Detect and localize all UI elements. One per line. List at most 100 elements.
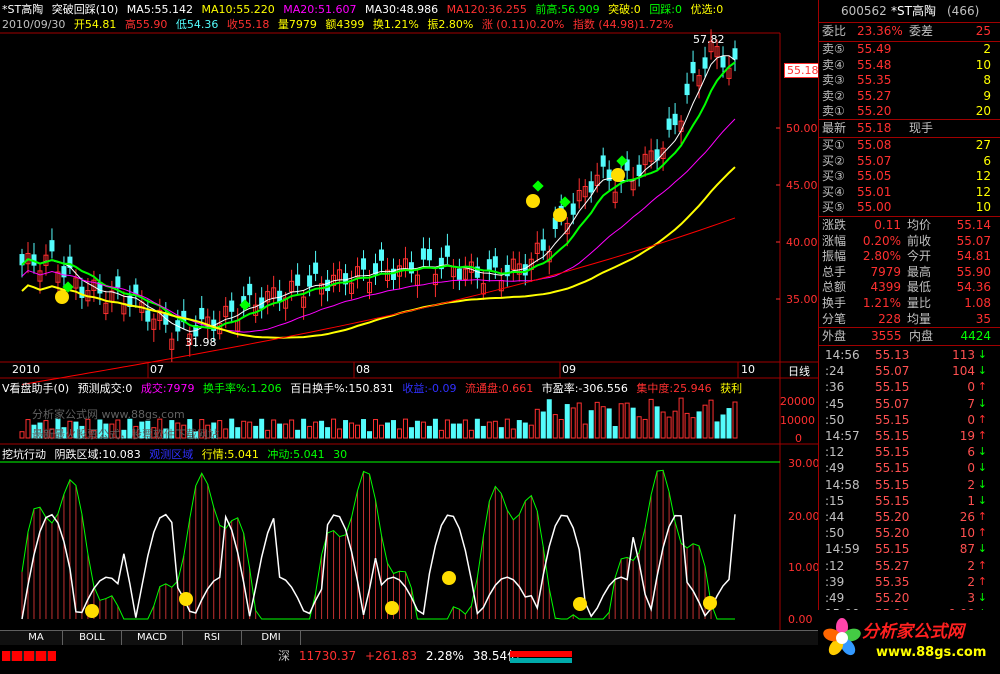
volume-bar	[223, 428, 229, 439]
tick-volume: 19	[959, 429, 975, 443]
tick-time: :39	[825, 574, 845, 589]
tick-time: :24	[825, 364, 845, 379]
tick-row: 14:56 55.13 113 ↓	[819, 347, 1000, 363]
indicator-tabs: MA BOLL MACD RSI DMI	[0, 630, 818, 645]
tab-boll[interactable]: BOLL	[63, 631, 122, 645]
volume-bar	[648, 398, 654, 439]
tick-time: 14:57	[825, 429, 860, 443]
sell-volume: 9	[983, 88, 991, 103]
stat-value-2: 1.08	[964, 296, 991, 310]
volume-bar	[570, 407, 576, 439]
ma5-value: MA5:55.142	[126, 3, 194, 16]
ind-axis-0: 0.00	[788, 613, 813, 626]
volume-bar	[702, 404, 708, 439]
volume-bar	[468, 429, 474, 439]
chart-area[interactable]: *ST高陶 突破回踩(10) MA5:55.142 MA10:55.220 MA…	[0, 0, 822, 630]
candle-body	[684, 83, 690, 96]
stat-row: 总额 4399 最低 54.36	[819, 280, 1000, 295]
status-index: 深 11730.37 +261.83 2.28% 38.54亿	[278, 650, 524, 663]
day-line-label[interactable]: 日线	[788, 365, 810, 378]
panel-divider	[819, 345, 1000, 346]
stat-row: 涨跌 0.11 均价 55.14	[819, 218, 1000, 233]
date-label-09: 09	[562, 363, 576, 376]
status-index-value: 11730.37	[298, 649, 357, 663]
stat-row: 总手 7979 最高 55.90	[819, 265, 1000, 280]
buy-volume: 6	[983, 153, 991, 168]
smiley-icon	[573, 597, 587, 611]
volume-bar	[229, 418, 235, 439]
candle-body	[702, 57, 708, 69]
panel-divider	[819, 327, 1000, 328]
indicator-white-line	[21, 513, 736, 620]
volume-bar	[402, 418, 408, 439]
candle-body	[378, 249, 384, 261]
volume-bar	[319, 420, 325, 439]
buy-row: 买④ 55.01 12	[819, 185, 1000, 200]
ind-watch: 观测区域	[149, 448, 194, 461]
tick-volume: 87	[959, 542, 975, 557]
volume-bar	[498, 427, 504, 439]
tick-time: 14:59	[825, 542, 860, 557]
tick-row: :12 55.15 6 ↓	[819, 444, 1000, 460]
logo-title: 分析家公式网	[862, 622, 964, 642]
main-chart-svg[interactable]	[0, 0, 818, 630]
tick-direction: ↓	[977, 542, 987, 556]
latest-value: 55.18	[857, 121, 892, 135]
candle-body	[444, 245, 450, 257]
peak-label: 57.82	[693, 33, 725, 46]
smiley-icon	[526, 194, 540, 208]
volume-bar	[528, 424, 534, 439]
panel-count: (466)	[947, 4, 980, 18]
tick-time: :36	[825, 380, 845, 395]
volume-bar	[534, 408, 540, 439]
volume-bar	[301, 418, 307, 439]
candle-body	[636, 164, 642, 176]
tick-direction: ↑	[977, 526, 987, 540]
volume-bar	[361, 419, 367, 439]
candle-body	[492, 256, 498, 268]
volume-bar	[235, 427, 241, 439]
stat-value-2: 54.36	[956, 280, 991, 295]
ind-name: 挖坑行动	[2, 448, 46, 461]
tick-price: 55.15	[875, 429, 910, 443]
candle-body	[720, 56, 726, 68]
candle-body	[307, 275, 313, 287]
volume-bar	[450, 423, 456, 439]
volume-bar	[295, 429, 301, 439]
volume-bar	[355, 424, 361, 439]
bar-turnover: 换1.21%	[372, 18, 419, 31]
chart-header-2: 2010/09/30 开54.81 高55.90 低54.36 收55.18 量…	[2, 18, 678, 31]
tick-row: :45 55.07 7 ↓	[819, 396, 1000, 412]
volume-bar	[420, 421, 426, 439]
volume-bar	[504, 418, 510, 439]
tick-volume: 7	[967, 396, 975, 411]
volume-bar	[624, 402, 630, 439]
stat-value: 2.80%	[862, 249, 901, 264]
status-market: 深	[278, 649, 291, 663]
tab-macd[interactable]: MACD	[122, 631, 183, 645]
ind-thirty: 30	[333, 448, 348, 461]
stock-code: 600562	[841, 4, 887, 18]
candle-body	[247, 283, 253, 296]
tick-volume: 0	[967, 412, 975, 427]
volume-bar	[384, 422, 390, 439]
volume-bar	[522, 422, 528, 439]
stat-label-2: 今开	[907, 249, 932, 264]
bar-low: 低54.36	[175, 18, 219, 31]
panel-title: 600562 *ST高陶 (466)	[819, 4, 1000, 19]
tab-ma[interactable]: MA	[10, 631, 63, 645]
volume-bar	[630, 407, 636, 439]
candle-body	[229, 300, 235, 312]
volume-bar	[708, 399, 714, 439]
bar-volume: 量7979	[277, 18, 317, 31]
prev-high-value: 前高:56.909	[535, 3, 600, 16]
vol-indicator-name: V看盘助手(0)	[2, 382, 70, 395]
tick-row: :36 55.15 0 ↑	[819, 379, 1000, 395]
tab-rsi[interactable]: RSI	[183, 631, 242, 645]
tick-direction: ↓	[977, 493, 987, 507]
bar-date: 2010/09/30	[2, 18, 66, 31]
candle-body	[420, 248, 426, 260]
tab-dmi[interactable]: DMI	[242, 631, 301, 645]
volume-bar	[636, 416, 642, 439]
tick-volume: 104	[952, 364, 975, 379]
